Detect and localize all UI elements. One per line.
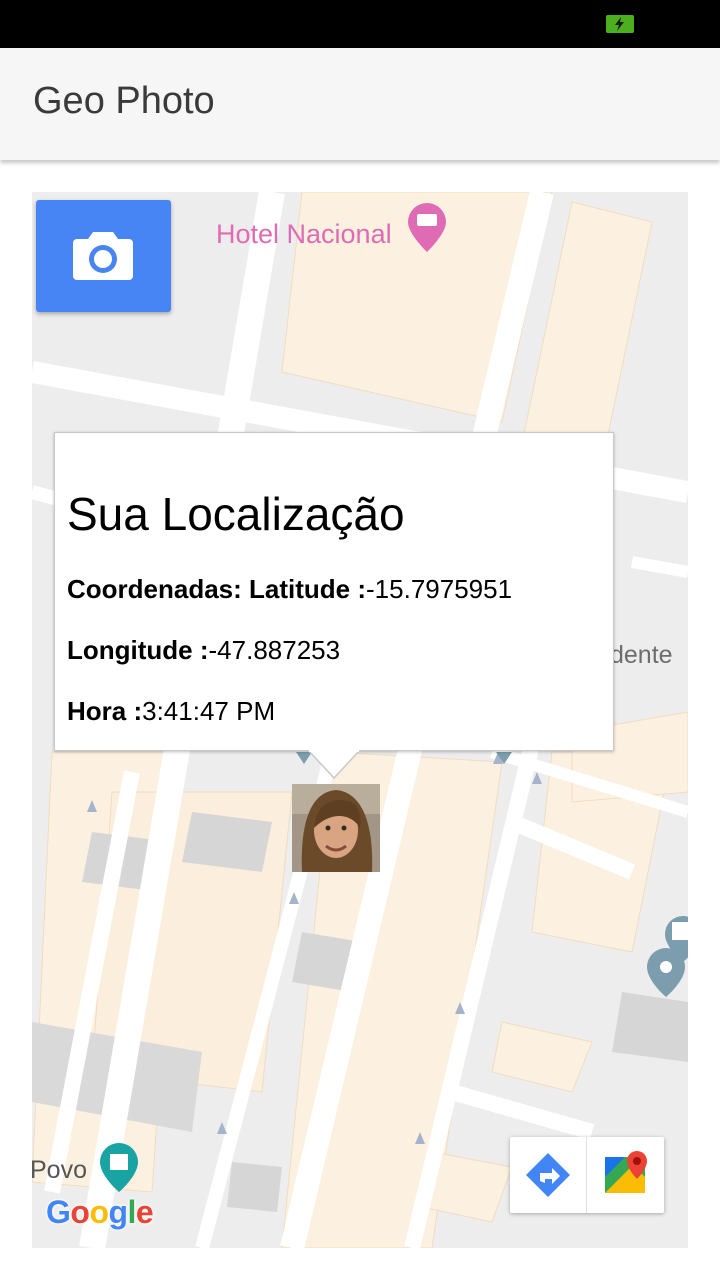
google-logo-letter: o: [89, 1194, 109, 1230]
map-toolbar: [510, 1137, 664, 1213]
info-window: Sua Localização Coordenadas: Latitude :-…: [54, 432, 614, 751]
battery-charging-icon: [606, 15, 634, 33]
map-label-hotel[interactable]: Hotel Nacional: [216, 219, 392, 250]
directions-icon: [526, 1153, 570, 1197]
map-label-povo[interactable]: Povo: [32, 1156, 87, 1185]
google-logo-letter: g: [108, 1194, 128, 1230]
status-bar: [0, 0, 720, 48]
longitude-row: Longitude :-47.887253: [67, 635, 340, 666]
time-row: Hora :3:41:47 PM: [67, 696, 275, 727]
directions-button[interactable]: [510, 1137, 587, 1213]
google-maps-button[interactable]: [587, 1137, 663, 1213]
google-logo-letter: e: [135, 1194, 154, 1230]
app-bar: Geo Photo: [0, 48, 720, 160]
google-logo-letter: l: [127, 1194, 137, 1230]
info-heading: Sua Localização: [67, 488, 405, 540]
camera-button[interactable]: [36, 200, 171, 312]
longitude-label: Longitude :: [67, 635, 209, 665]
camera-icon: [73, 232, 133, 280]
latitude-label: Coordenadas: Latitude :: [67, 574, 367, 604]
map-label-dente: dente: [610, 641, 673, 669]
latitude-value: -15.7975951: [366, 574, 513, 604]
google-logo-letter: o: [70, 1194, 90, 1230]
google-logo-letter: G: [46, 1194, 71, 1230]
time-label: Hora :: [67, 696, 143, 726]
time-value: 3:41:47 PM: [142, 696, 276, 726]
google-maps-icon: [605, 1151, 647, 1193]
google-logo: Google: [46, 1194, 154, 1231]
latitude-row: Coordenadas: Latitude :-15.7975951: [67, 574, 512, 605]
longitude-value: -47.887253: [208, 635, 341, 665]
app-title: Geo Photo: [33, 80, 215, 122]
user-photo-avatar[interactable]: [292, 784, 380, 872]
info-window-tail: [308, 750, 360, 780]
